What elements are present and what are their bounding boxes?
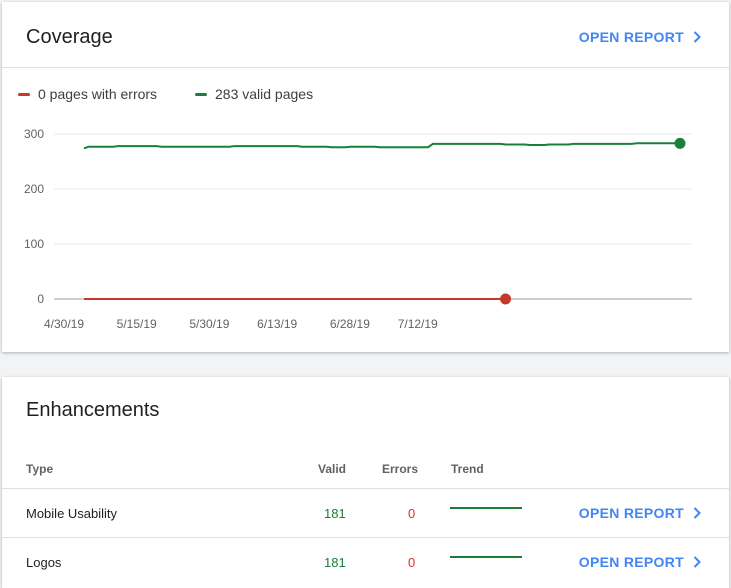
coverage-divider <box>2 67 729 68</box>
row-type: Mobile Usability <box>26 506 118 521</box>
x-tick-label: 5/15/19 <box>117 317 157 331</box>
row-divider <box>2 537 729 538</box>
x-tick-label: 6/13/19 <box>257 317 297 331</box>
series-line-283-valid-pages <box>83 142 680 150</box>
column-header-trend: Trend <box>451 462 484 476</box>
chevron-right-icon <box>693 507 701 519</box>
coverage-open-report-button[interactable]: OPEN REPORT <box>579 29 701 45</box>
mobile-usability-open-report-button[interactable]: OPEN REPORT <box>579 505 701 521</box>
legend-label-valid: 283 valid pages <box>215 86 314 102</box>
row-error-count: 0 <box>408 555 416 570</box>
x-tick-label: 7/12/19 <box>398 317 438 331</box>
x-tick-label: 6/28/19 <box>330 317 370 331</box>
row-valid-count: 181 <box>324 555 346 570</box>
trend-sparkline <box>450 556 522 558</box>
chevron-right-icon <box>693 31 701 43</box>
enhancements-title: Enhancements <box>26 399 160 421</box>
legend-item-valid[interactable]: 283 valid pages <box>195 86 313 102</box>
row-error-count: 0 <box>408 506 416 521</box>
legend-swatch-valid <box>195 92 207 96</box>
series-end-point-283-valid-pages[interactable] <box>674 137 686 149</box>
x-tick-label: 5/30/19 <box>189 317 229 331</box>
y-tick-label: 100 <box>24 237 44 251</box>
column-header-valid: Valid <box>318 462 347 476</box>
trend-sparkline <box>450 507 522 509</box>
open-report-label: OPEN REPORT <box>578 29 684 45</box>
logos-open-report-button[interactable]: OPEN REPORT <box>579 554 701 570</box>
table-divider <box>2 488 729 489</box>
coverage-chart: 0 100 200 300 4/30/19 5/15/19 5/30/19 6/13/19 6/… <box>24 127 692 331</box>
enhancements-card: Enhancements Type Valid Errors Trend Mob… <box>2 377 729 588</box>
row-type: Logos <box>26 555 62 570</box>
column-header-errors: Errors <box>382 462 419 476</box>
legend-item-errors[interactable]: 0 pages with errors <box>18 86 157 102</box>
column-header-type: Type <box>26 462 54 476</box>
legend-label-errors: 0 pages with errors <box>38 86 158 102</box>
open-report-label: OPEN REPORT <box>578 554 684 570</box>
y-tick-label: 0 <box>37 292 44 306</box>
series-end-point-0-pages-with-errors[interactable] <box>500 293 512 305</box>
x-tick-label: 4/30/19 <box>44 317 84 331</box>
open-report-label: OPEN REPORT <box>578 505 684 521</box>
y-tick-label: 300 <box>24 127 44 141</box>
coverage-title: Coverage <box>26 26 113 48</box>
row-valid-count: 181 <box>324 506 346 521</box>
y-tick-label: 200 <box>24 182 44 196</box>
legend-swatch-errors <box>18 92 30 96</box>
coverage-card: Coverage OPEN REPORT 0 pages with errors… <box>2 2 729 352</box>
chevron-right-icon <box>693 556 701 568</box>
